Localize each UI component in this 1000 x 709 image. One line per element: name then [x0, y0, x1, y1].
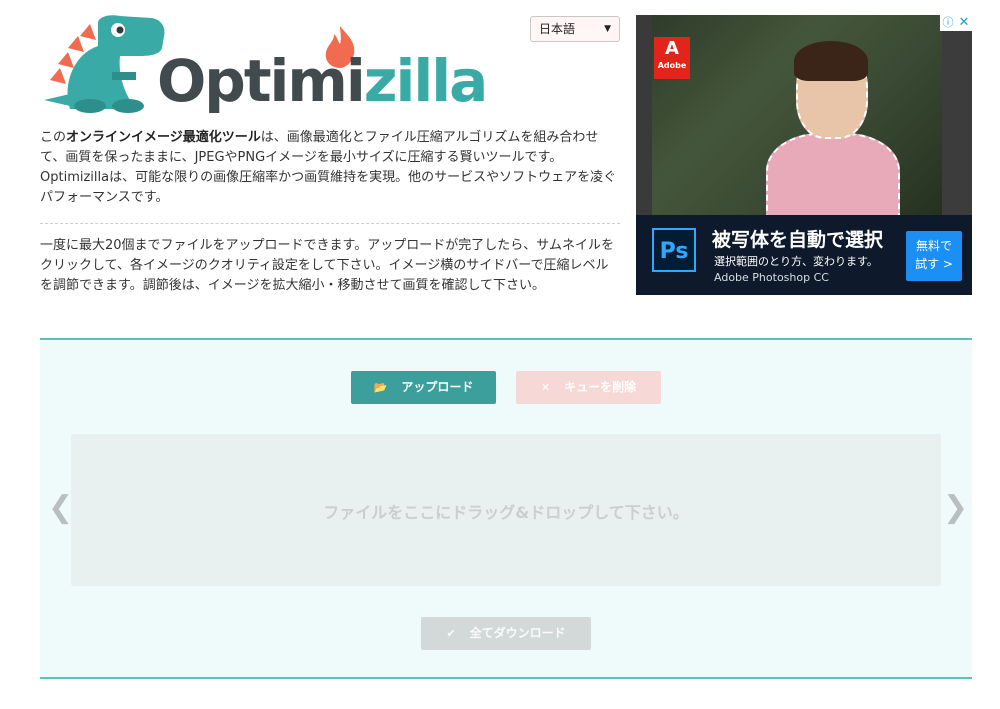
- upload-area: 📂 アップロード ✕ キューを削除 ❮ ファイルをここにドラッグ&ドロップして下さい…: [40, 338, 972, 679]
- check-icon: ✔: [446, 627, 456, 640]
- divider: [40, 223, 620, 224]
- ad-toolbar-left: [636, 15, 652, 215]
- photoshop-ad[interactable]: A Adobe Ps 被写体を自動で選択 選択範囲のとり方、変わります。 Adob…: [636, 15, 972, 295]
- download-all-button[interactable]: ✔ 全てダウンロード: [421, 617, 591, 650]
- ad-subline: 選択範囲のとり方、変わります。: [714, 255, 878, 268]
- close-icon[interactable]: ✕: [956, 15, 972, 31]
- howto-paragraph: 一度に最大20個までファイルをアップロードできます。アップロードが完了したら、サ…: [40, 238, 614, 293]
- next-arrow[interactable]: ❯: [943, 490, 968, 525]
- prev-arrow[interactable]: ❮: [48, 490, 73, 525]
- dropzone[interactable]: ファイルをここにドラッグ&ドロップして下さい。: [71, 434, 941, 586]
- language-select-value: 日本語: [539, 22, 576, 36]
- ad-person-hair: [794, 41, 868, 81]
- photoshop-logo: Ps: [652, 228, 696, 272]
- chevron-down-icon: ▼: [604, 24, 611, 34]
- info-icon[interactable]: ⓘ: [940, 15, 956, 31]
- ad-toolbar-right: [942, 15, 972, 215]
- ad-cta-line1: 無料で: [915, 239, 952, 253]
- intro-pre: この: [40, 130, 67, 145]
- adobe-logo: A Adobe: [654, 37, 690, 79]
- ad-cta-button[interactable]: 無料で 試す >: [906, 231, 962, 281]
- download-all-label: 全てダウンロード: [469, 626, 566, 640]
- ad-brand: Adobe Photoshop CC: [714, 271, 829, 284]
- optimizilla-logo[interactable]: Optimizilla: [40, 14, 488, 114]
- intro-bold: オンラインイメージ最適化ツール: [66, 130, 261, 145]
- ad-headline: 被写体を自動で選択: [712, 229, 884, 251]
- close-icon: ✕: [540, 381, 551, 394]
- logo-text-teal: zilla: [363, 47, 489, 115]
- clear-queue-label: キューを削除: [564, 380, 637, 394]
- ad-person-body: [766, 133, 900, 227]
- logo-text-dark: Optimi: [157, 47, 366, 115]
- adobe-tag-text: Adobe: [657, 61, 687, 70]
- dropzone-text: ファイルをここにドラッグ&ドロップして下さい。: [323, 503, 689, 522]
- dinosaur-icon: [44, 15, 165, 113]
- adobe-a-icon: A: [665, 38, 679, 59]
- upload-button[interactable]: 📂 アップロード: [351, 371, 496, 404]
- folder-open-icon: 📂: [373, 381, 388, 394]
- ad-cta-line2: 試す >: [915, 257, 953, 271]
- language-select[interactable]: 日本語 ▼: [530, 16, 620, 42]
- upload-button-label: アップロード: [401, 380, 474, 394]
- clear-queue-button[interactable]: ✕ キューを削除: [516, 371, 661, 404]
- intro-paragraph: このオンラインイメージ最適化ツールは、画像最適化とファイル圧縮アルゴリズムを組み…: [40, 128, 620, 208]
- logo-wordmark: Optimizilla: [157, 51, 488, 111]
